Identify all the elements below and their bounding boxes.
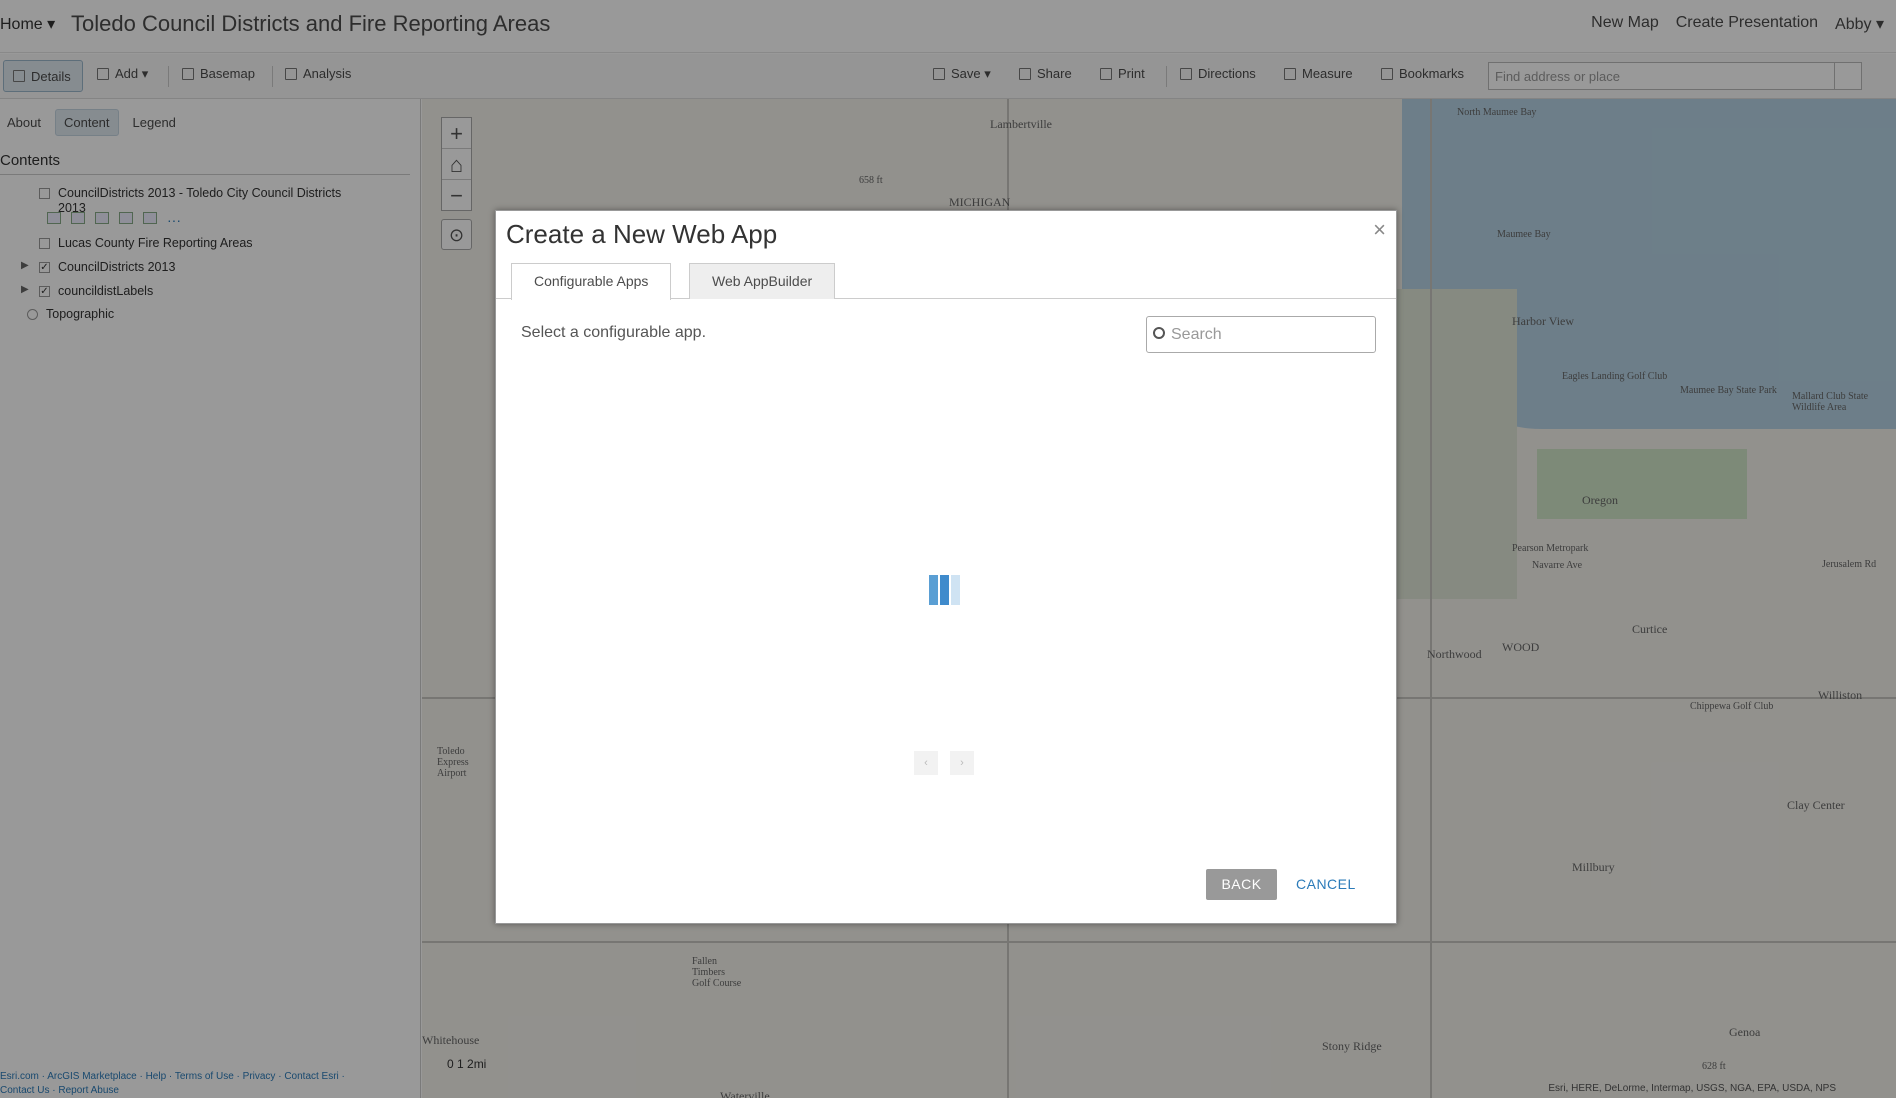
- cancel-button[interactable]: CANCEL: [1296, 869, 1406, 900]
- back-button[interactable]: BACK: [1206, 869, 1277, 900]
- tab-web-appbuilder[interactable]: Web AppBuilder: [689, 263, 836, 299]
- prev-page-button[interactable]: ‹: [914, 751, 938, 775]
- search-icon: [1153, 327, 1165, 339]
- pager: ‹ ›: [914, 751, 974, 775]
- tab-configurable-apps[interactable]: Configurable Apps: [511, 263, 672, 300]
- spinner-bar: [929, 575, 938, 605]
- create-web-app-dialog: Create a New Web App × Configurable Apps…: [495, 210, 1397, 924]
- next-page-button[interactable]: ›: [950, 751, 974, 775]
- close-icon[interactable]: ×: [1373, 217, 1386, 243]
- instruction-text: Select a configurable app.: [521, 324, 707, 341]
- dialog-title: Create a New Web App: [506, 219, 778, 249]
- search-placeholder: Search: [1171, 326, 1222, 343]
- spinner-bar: [940, 575, 949, 605]
- loading-spinner-icon: [929, 575, 961, 605]
- dialog-tabs: Configurable Apps Web AppBuilder: [496, 263, 1396, 300]
- app-search-input[interactable]: Search: [1146, 316, 1376, 353]
- spinner-bar: [951, 575, 960, 605]
